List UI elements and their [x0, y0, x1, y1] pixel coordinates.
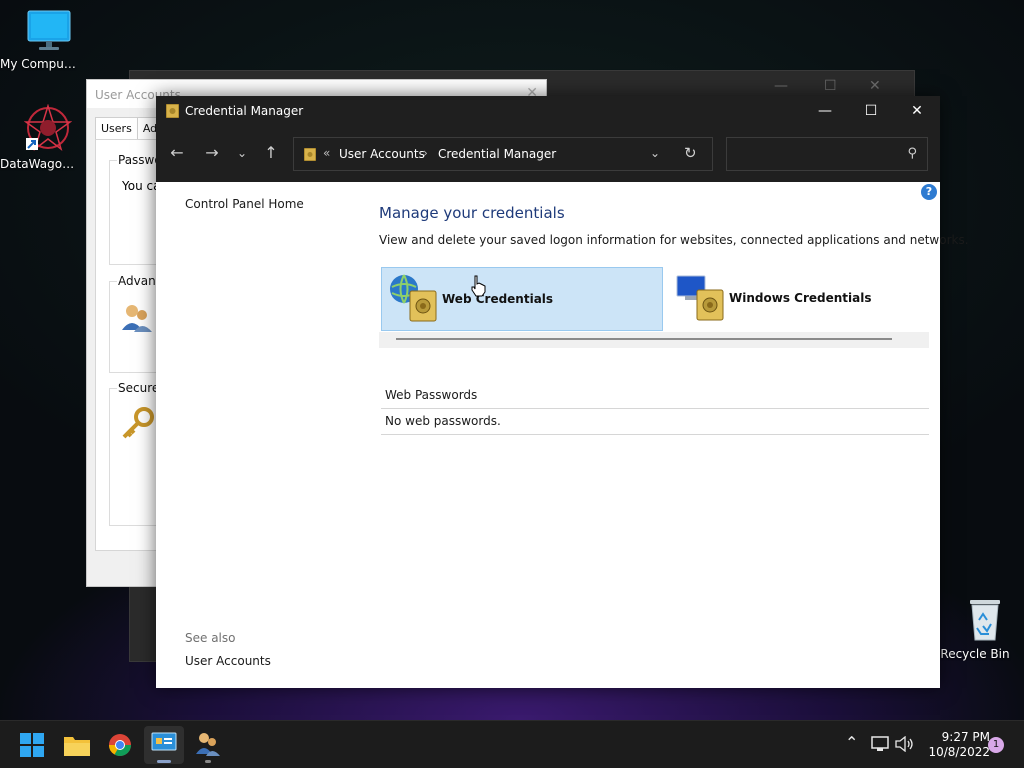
group-text: You ca [122, 179, 161, 193]
forward-arrow-icon[interactable]: → [200, 143, 224, 162]
key-icon [122, 407, 154, 439]
group-title: Secure [117, 381, 161, 395]
recent-locations-chevron-icon[interactable]: ⌄ [230, 146, 254, 160]
back-arrow-icon[interactable]: ← [165, 143, 189, 162]
scrollbar-thumb[interactable] [396, 338, 892, 340]
taskbar-chrome[interactable] [100, 726, 140, 764]
tile-label: Windows Credentials [729, 291, 872, 305]
volume-icon[interactable] [895, 736, 915, 752]
windows-credentials-tile[interactable]: Windows Credentials [669, 267, 929, 331]
refresh-icon[interactable]: ↻ [684, 144, 697, 162]
clock-time: 9:27 PM [941, 730, 990, 744]
see-also-label: See also [185, 631, 236, 645]
desktop-icon-my-computer[interactable]: My Computer [0, 8, 80, 71]
users-icon [196, 733, 220, 756]
minimize-button[interactable]: — [802, 96, 848, 126]
up-arrow-icon[interactable]: ↑ [259, 143, 283, 162]
title-bar[interactable]: Credential Manager — ☐ ✕ [156, 96, 940, 126]
chevron-down-icon[interactable]: ⌄ [650, 146, 660, 160]
datawagon-logo-icon [23, 103, 72, 152]
web-credentials-icon [390, 274, 437, 322]
clock-date: 10/8/2022 [928, 745, 990, 759]
active-indicator [157, 760, 171, 763]
start-button[interactable] [12, 726, 52, 764]
maximize-button[interactable]: ☐ [848, 96, 894, 126]
desktop-icon-label: Recycle Bin [940, 647, 1010, 661]
desktop-icon-label: My Computer [0, 57, 80, 71]
credential-vault-icon [166, 104, 179, 118]
notification-badge[interactable]: 1 [988, 737, 1004, 753]
network-icon[interactable] [871, 736, 889, 752]
overflow-chevrons[interactable]: « [323, 146, 330, 160]
help-icon[interactable]: ? [921, 184, 937, 200]
credential-manager-window[interactable]: Credential Manager — ☐ ✕ ← → ⌄ ↑ « User … [156, 96, 969, 688]
breadcrumb-credential-manager[interactable]: Credential Manager [438, 147, 556, 161]
desktop-icon-label: DataWagon... [0, 157, 80, 171]
windows-credentials-icon [676, 275, 724, 321]
tab-users[interactable]: Users [95, 117, 138, 140]
taskbar-file-explorer[interactable] [57, 726, 97, 764]
taskbar: ⌃ 9:27 PM 10/8/2022 1 [0, 720, 1024, 768]
minimize-icon[interactable]: — [774, 78, 788, 94]
page-description: View and delete your saved logon informa… [379, 233, 969, 247]
content-area: ? Control Panel Home See also User Accou… [156, 182, 969, 688]
page-title: Manage your credentials [379, 204, 565, 222]
search-icon[interactable]: ⚲ [907, 146, 917, 161]
window-title: Credential Manager [185, 104, 304, 118]
control-panel-icon [151, 732, 177, 751]
desktop-icon-datawagon[interactable]: DataWagon... [0, 103, 80, 171]
desktop-icon-recycle-bin[interactable]: Recycle Bin [935, 596, 1015, 661]
hand-cursor-icon [471, 275, 486, 297]
breadcrumb-separator: › [423, 146, 428, 160]
close-button[interactable]: ✕ [894, 96, 940, 126]
clock[interactable]: 9:27 PM 10/8/2022 [916, 730, 990, 760]
close-icon[interactable]: ✕ [869, 78, 881, 94]
credential-vault-icon [304, 148, 316, 161]
empty-message: No web passwords. [385, 414, 501, 428]
address-bar[interactable]: « User Accounts › Credential Manager ⌄ ↻ [293, 137, 713, 171]
tiles-scrollbar[interactable] [379, 332, 929, 348]
control-panel-home-link[interactable]: Control Panel Home [185, 197, 304, 211]
users-icon [122, 305, 152, 332]
windows-logo-icon [20, 733, 44, 757]
monitor-icon [27, 10, 70, 50]
show-hidden-icons-chevron-icon[interactable]: ⌃ [845, 733, 858, 752]
taskbar-control-panel[interactable] [144, 726, 184, 764]
web-credentials-tile[interactable]: Web Credentials [381, 267, 663, 331]
recycle-bin-icon [970, 600, 1000, 641]
search-input[interactable] [733, 144, 893, 164]
maximize-icon[interactable]: ☐ [824, 78, 837, 94]
folder-icon [64, 737, 90, 756]
web-passwords-header: Web Passwords [385, 388, 478, 402]
chrome-icon [109, 734, 131, 756]
user-accounts-link[interactable]: User Accounts [185, 654, 271, 668]
running-indicator [205, 760, 211, 763]
divider [381, 408, 929, 409]
divider [381, 434, 929, 435]
user-accounts-tabs: Users Ad [95, 117, 164, 140]
search-box[interactable]: ⚲ [726, 137, 928, 171]
breadcrumb-user-accounts[interactable]: User Accounts [339, 147, 425, 161]
taskbar-user-accounts[interactable] [188, 726, 228, 764]
navigation-toolbar: ← → ⌄ ↑ « User Accounts › Credential Man… [156, 126, 940, 182]
tile-label: Web Credentials [442, 292, 554, 306]
